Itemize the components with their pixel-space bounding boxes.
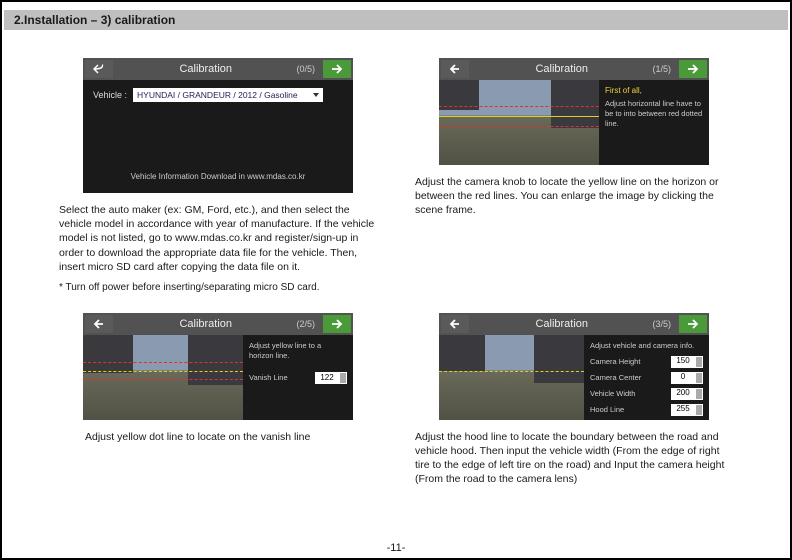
vehicle-value: HYUNDAI / GRANDEUR / 2012 / Gasoline: [137, 90, 298, 100]
hood-line-label: Hood Line: [590, 405, 624, 415]
back-button[interactable]: [85, 315, 113, 333]
next-button[interactable]: [679, 315, 707, 333]
step-0-caption: Select the auto maker (ex: GM, Ford, etc…: [55, 203, 381, 274]
step-count: (0/5): [296, 64, 315, 74]
vehicle-dropdown[interactable]: HYUNDAI / GRANDEUR / 2012 / Gasoline: [133, 88, 323, 102]
side-text: Adjust yellow line to a horizon line.: [249, 341, 347, 361]
side-panel: Adjust yellow line to a horizon line. Va…: [243, 335, 353, 420]
undo-button[interactable]: [85, 60, 113, 78]
camera-height-stepper[interactable]: 150: [671, 356, 703, 368]
chevron-down-icon: [313, 93, 319, 97]
hood-line-stepper[interactable]: 255: [671, 404, 703, 416]
vanish-label: Vanish Line: [249, 373, 288, 383]
side-heading: First of all,: [605, 86, 703, 96]
screenshot-title: Calibration: [115, 63, 296, 75]
page-number: -11-: [387, 542, 406, 554]
side-text: Adjust horizontal line have to be to int…: [605, 99, 703, 128]
back-button[interactable]: [441, 315, 469, 333]
camera-center-stepper[interactable]: 0: [671, 372, 703, 384]
screenshot-topbar: Calibration (1/5): [439, 58, 709, 80]
step-3-screenshot: Calibration (3/5) Adjust vehicle and cam…: [439, 313, 709, 420]
step-3-block: Calibration (3/5) Adjust vehicle and cam…: [396, 313, 752, 507]
step-1-caption: Adjust the camera knob to locate the yel…: [411, 175, 737, 218]
step-0-block: Calibration (0/5) Vehicle : HYUNDAI / GR…: [40, 58, 396, 313]
vehicle-width-stepper[interactable]: 200: [671, 388, 703, 400]
screenshot-topbar: Calibration (3/5): [439, 313, 709, 335]
vehicle-select-body: Vehicle : HYUNDAI / GRANDEUR / 2012 / Ga…: [83, 80, 353, 110]
step-0-note: * Turn off power before inserting/separa…: [55, 282, 381, 293]
camera-center-label: Camera Center: [590, 373, 641, 383]
vehicle-label: Vehicle :: [93, 90, 127, 100]
side-heading: Adjust vehicle and camera info.: [590, 341, 703, 351]
step-count: (1/5): [652, 64, 671, 74]
yellow-line: [439, 371, 584, 372]
step-1-block: Calibration (1/5) First of all, Adjust h…: [396, 58, 752, 313]
screenshot-title: Calibration: [471, 63, 652, 75]
next-button[interactable]: [323, 60, 351, 78]
red-line-bottom: [83, 379, 243, 380]
screenshot-topbar: Calibration (2/5): [83, 313, 353, 335]
step-1-screenshot: Calibration (1/5) First of all, Adjust h…: [439, 58, 709, 165]
camera-scene[interactable]: [439, 80, 599, 165]
side-panel: Adjust vehicle and camera info. Camera H…: [584, 335, 709, 420]
camera-scene[interactable]: [439, 335, 584, 420]
step-2-screenshot: Calibration (2/5) Adjust yellow line to …: [83, 313, 353, 420]
section-header: 2.Installation – 3) calibration: [4, 10, 788, 30]
content-area: Calibration (0/5) Vehicle : HYUNDAI / GR…: [2, 30, 790, 507]
step-3-caption: Adjust the hood line to locate the bound…: [411, 430, 737, 487]
vanish-stepper[interactable]: 122: [315, 372, 347, 384]
screenshot-topbar: Calibration (0/5): [83, 58, 353, 80]
step-2-block: Calibration (2/5) Adjust yellow line to …: [40, 313, 396, 507]
next-button[interactable]: [323, 315, 351, 333]
camera-height-label: Camera Height: [590, 357, 640, 367]
step-count: (2/5): [296, 319, 315, 329]
red-line-top: [439, 106, 599, 107]
step-2-caption: Adjust yellow dot line to locate on the …: [55, 430, 381, 444]
vehicle-width-label: Vehicle Width: [590, 389, 635, 399]
step-count: (3/5): [652, 319, 671, 329]
red-line-top: [83, 362, 243, 363]
step-0-screenshot: Calibration (0/5) Vehicle : HYUNDAI / GR…: [83, 58, 353, 193]
yellow-line: [83, 371, 243, 372]
screenshot-title: Calibration: [471, 318, 652, 330]
red-line-bottom: [439, 126, 599, 127]
screenshot-title: Calibration: [115, 318, 296, 330]
next-button[interactable]: [679, 60, 707, 78]
side-panel: First of all, Adjust horizontal line hav…: [599, 80, 709, 165]
back-button[interactable]: [441, 60, 469, 78]
section-title: 2.Installation – 3) calibration: [14, 13, 175, 27]
download-footer: Vehicle Information Download in www.mdas…: [83, 172, 353, 181]
yellow-line: [439, 116, 599, 117]
camera-scene[interactable]: [83, 335, 243, 420]
